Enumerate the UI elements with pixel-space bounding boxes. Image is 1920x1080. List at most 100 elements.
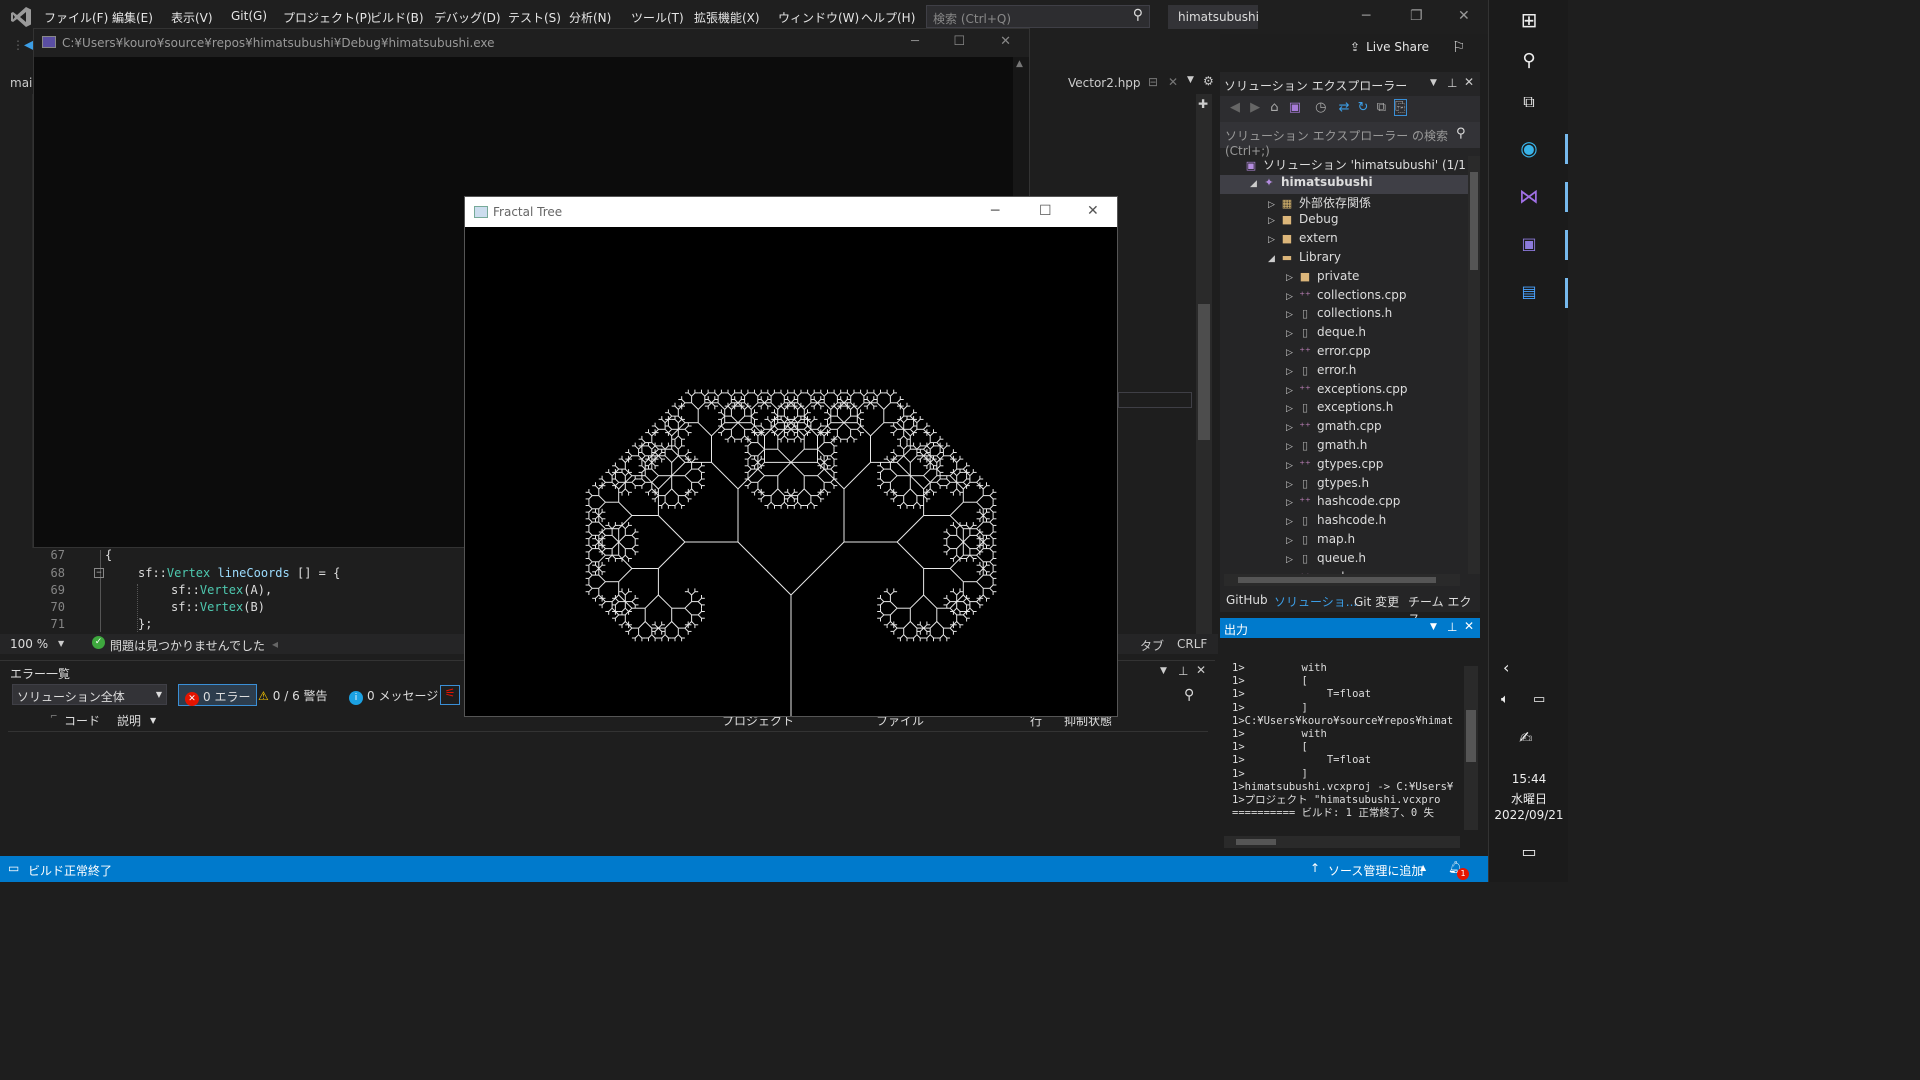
tree-item[interactable]: ◢ ✦ himatsubushi — [1220, 174, 1468, 194]
zoom-dropdown-icon[interactable]: ▼ — [58, 639, 64, 648]
collapsed-arrow-icon[interactable]: ▷ — [1286, 423, 1298, 433]
volume-icon[interactable]: 🔈︎ — [1501, 692, 1509, 707]
tab-main[interactable]: mai — [10, 76, 32, 90]
menu-help[interactable]: ヘルプ(H) — [861, 9, 915, 26]
clock-date[interactable]: 2022/09/21 — [1489, 808, 1569, 822]
collapsed-arrow-icon[interactable]: ▷ — [1286, 329, 1298, 339]
tab-git-changes[interactable]: Git 変更 — [1354, 593, 1399, 610]
se-hscroll-thumb[interactable] — [1238, 577, 1436, 583]
collapse-all-icon[interactable]: ⧉ — [1377, 100, 1386, 115]
home-icon[interactable]: ⌂ — [1270, 100, 1278, 115]
scroll-left-icon[interactable]: ◂ — [272, 637, 278, 651]
output-vscroll-thumb[interactable] — [1466, 710, 1476, 762]
menu-file[interactable]: ファイル(F) — [44, 9, 108, 26]
switch-view-icon[interactable]: ▣ — [1289, 100, 1301, 115]
tree-item[interactable]: ▷ ▯ map.h — [1220, 532, 1468, 551]
split-icon[interactable]: ✚ — [1198, 97, 1208, 111]
messages-filter-button[interactable]: i0 メッセージ — [343, 684, 444, 706]
fractal-maximize-icon[interactable]: ☐ — [1039, 203, 1052, 219]
collapsed-arrow-icon[interactable]: ▷ — [1286, 386, 1298, 396]
menu-extensions[interactable]: 拡張機能(X) — [694, 9, 760, 26]
collapsed-arrow-icon[interactable]: ▷ — [1286, 480, 1298, 490]
collapsed-arrow-icon[interactable]: ▷ — [1286, 555, 1298, 565]
collapsed-arrow-icon[interactable]: ▷ — [1286, 292, 1298, 302]
tree-item[interactable]: ▷ ▯ exceptions.h — [1220, 400, 1468, 419]
column-code[interactable]: コード — [64, 712, 100, 729]
errors-filter-button[interactable]: ✕ 0 エラー — [178, 684, 258, 706]
expanded-arrow-icon[interactable]: ◢ — [1250, 179, 1262, 189]
output-close-icon[interactable]: ✕ — [1464, 619, 1474, 633]
tree-item[interactable]: ▣ ソリューション 'himatsubushi' (1/1 プロジェクト) — [1220, 156, 1468, 175]
menu-debug[interactable]: デバッグ(D) — [434, 9, 501, 26]
collapsed-arrow-icon[interactable]: ▷ — [1286, 536, 1298, 546]
collapsed-arrow-icon[interactable]: ▷ — [1286, 442, 1298, 452]
refresh-icon[interactable]: ↻ — [1358, 100, 1369, 115]
indent-type[interactable]: タブ — [1140, 637, 1164, 654]
fractal-titlebar[interactable]: Fractal Tree ─ ☐ ✕ — [465, 197, 1117, 227]
source-control-dropdown-icon[interactable]: ▲ — [1420, 863, 1426, 872]
fractal-close-icon[interactable]: ✕ — [1087, 203, 1099, 219]
tree-item[interactable]: ▷ ▯ collections.h — [1220, 306, 1468, 325]
console-maximize-icon[interactable]: ☐ — [953, 34, 965, 49]
column-description[interactable]: 説明 — [117, 712, 141, 729]
line-ending[interactable]: CRLF — [1177, 637, 1207, 651]
chevron-left-icon[interactable]: ‹ — [1503, 658, 1509, 677]
tree-item[interactable]: ▷ ▯ gtypes.h — [1220, 476, 1468, 495]
output-pin-icon[interactable]: ⊥ — [1447, 620, 1457, 634]
restore-icon[interactable]: ❐ — [1410, 8, 1423, 24]
menu-view[interactable]: 表示(V) — [171, 9, 213, 26]
fractal-taskbar-icon[interactable]: ▤ — [1489, 282, 1569, 301]
panel-pin-icon[interactable]: ⊥ — [1178, 664, 1188, 678]
notification-center-icon[interactable]: ▭ — [1489, 842, 1569, 861]
clock-time[interactable]: 15:44 — [1489, 772, 1569, 786]
menu-edit[interactable]: 編集(E) — [112, 9, 153, 26]
editor-scroll-thumb[interactable] — [1198, 304, 1210, 440]
tree-item[interactable]: ▷ ▯ deque.h — [1220, 325, 1468, 344]
tree-item[interactable]: ▷ ▯ gmath.h — [1220, 438, 1468, 457]
collapsed-arrow-icon[interactable]: ▷ — [1286, 461, 1298, 471]
warnings-filter-button[interactable]: ⚠ 0 / 6 警告 — [252, 684, 334, 706]
tab-dropdown-icon[interactable]: ▼ — [1187, 75, 1194, 85]
collapse-icon[interactable]: − — [94, 568, 104, 578]
tree-item[interactable]: ▷ ▯ queue.h — [1220, 551, 1468, 570]
collapsed-arrow-icon[interactable]: ▷ — [1286, 367, 1298, 377]
scroll-up-icon[interactable]: ▲ — [1016, 59, 1023, 69]
search-input[interactable]: 検索 (Ctrl+Q) ⚲ — [926, 5, 1150, 28]
tree-item[interactable]: ▷ ⁺⁺ error.cpp — [1220, 344, 1468, 363]
tree-item[interactable]: ▷ ▦ 外部依存関係 — [1220, 194, 1468, 213]
visual-studio-taskbar-icon[interactable]: ⋈ — [1489, 184, 1569, 208]
tab-github[interactable]: GitHub — [1226, 593, 1268, 607]
panel-dropdown-icon[interactable]: ▼ — [1160, 666, 1167, 676]
issues-status[interactable]: 問題は見つかりませんでした — [110, 637, 265, 654]
menu-git[interactable]: Git(G) — [231, 9, 267, 23]
settings-icon[interactable]: ⚙ — [1203, 74, 1214, 88]
menu-test[interactable]: テスト(S) — [508, 9, 561, 26]
minimize-icon[interactable]: ─ — [1362, 8, 1370, 24]
tree-item[interactable]: ▷ ⁺⁺ collections.cpp — [1220, 288, 1468, 307]
back-icon[interactable]: ◀ — [1230, 100, 1240, 115]
sync-icon[interactable]: ⇄ — [1339, 100, 1350, 115]
se-pin-icon[interactable]: ⊥ — [1447, 76, 1457, 90]
console-close-icon[interactable]: ✕ — [1000, 34, 1011, 49]
collapsed-arrow-icon[interactable]: ▷ — [1268, 200, 1280, 210]
tab-close-icon[interactable]: ✕ — [1168, 75, 1178, 89]
forward-icon[interactable]: ▶ — [1250, 100, 1260, 115]
battery-icon[interactable]: ▭ — [1533, 692, 1545, 707]
tree-item[interactable]: ▷ ■ Debug — [1220, 212, 1468, 231]
menu-analyze[interactable]: 分析(N) — [569, 9, 611, 26]
se-dropdown-icon[interactable]: ▼ — [1430, 78, 1437, 88]
tab-solution[interactable]: ソリューショ... — [1274, 593, 1357, 610]
panel-close-icon[interactable]: ✕ — [1196, 663, 1206, 677]
pin-icon[interactable]: ⊟ — [1148, 75, 1158, 89]
scope-select[interactable]: ソリューション全体 ▼ — [12, 684, 167, 705]
show-all-files-icon[interactable]: ⎘ — [1394, 99, 1407, 116]
tab-vector2[interactable]: Vector2.hpp ⊟ ✕ ▼ ⚙ — [1035, 72, 1215, 94]
fractal-tree-window[interactable]: Fractal Tree ─ ☐ ✕ — [464, 196, 1118, 717]
clock-day[interactable]: 水曜日 — [1489, 790, 1569, 807]
feedback-icon[interactable]: ⚐ — [1452, 38, 1465, 56]
pen-icon[interactable]: ✍︎ — [1519, 728, 1532, 747]
error-search-icon[interactable]: ⚲ — [1184, 687, 1194, 703]
collapsed-arrow-icon[interactable]: ▷ — [1268, 216, 1280, 226]
collapsed-arrow-icon[interactable]: ▷ — [1286, 348, 1298, 358]
live-share-button[interactable]: ⇪ Live Share — [1350, 40, 1429, 54]
